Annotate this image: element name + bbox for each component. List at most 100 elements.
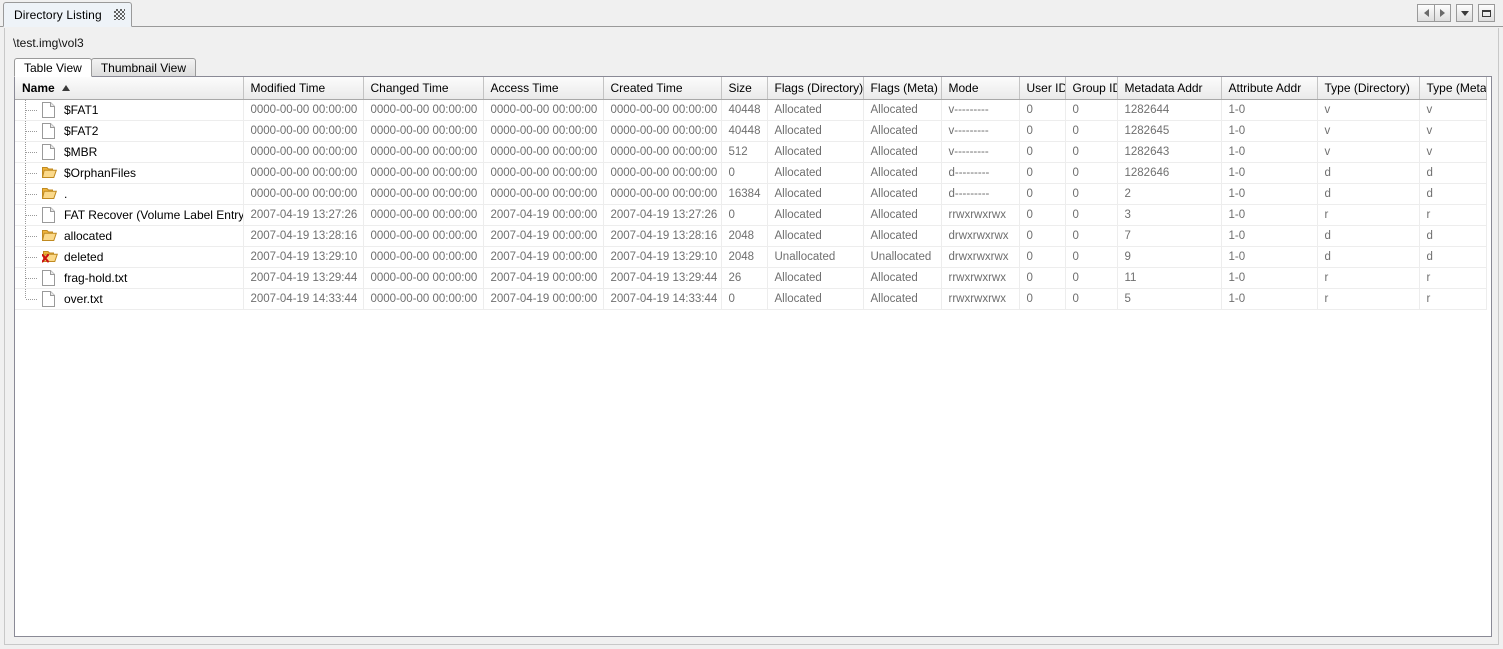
tree-branch-line: [15, 183, 41, 203]
cell-created-time: 2007-04-19 13:29:10: [603, 246, 722, 268]
cell-size: 512: [721, 141, 768, 163]
cell-flags-meta: Allocated: [863, 99, 942, 121]
cell-name[interactable]: $OrphanFiles: [15, 162, 244, 184]
cell-name[interactable]: $FAT2: [15, 120, 244, 142]
table-row[interactable]: deleted 2007-04-19 13:29:10 0000-00-00 00:…: [15, 246, 1487, 268]
column-header-changed-time[interactable]: Changed Time: [363, 77, 484, 100]
cell-name[interactable]: over.txt: [15, 288, 244, 310]
tab-thumbnail-view[interactable]: Thumbnail View: [90, 58, 196, 77]
column-header-type-meta[interactable]: Type (Meta): [1419, 77, 1487, 100]
file-name-label: $MBR: [64, 144, 98, 159]
maximize-icon[interactable]: [1478, 4, 1495, 22]
column-header-type-directory[interactable]: Type (Directory): [1317, 77, 1420, 100]
cell-group-id: 0: [1065, 204, 1118, 226]
cell-attribute-addr: 1-0: [1221, 162, 1318, 184]
cell-type-directory: d: [1317, 246, 1420, 268]
column-header-flags-directory[interactable]: Flags (Directory): [767, 77, 864, 100]
directory-listing-window: Directory Listing \test.img\vol3 Table V…: [0, 0, 1503, 649]
cell-created-time: 0000-00-00 00:00:00: [603, 120, 722, 142]
cell-flags-directory: Allocated: [767, 267, 864, 289]
cell-flags-meta: Unallocated: [863, 246, 942, 268]
cell-name[interactable]: .: [15, 183, 244, 205]
cell-modified-time: 2007-04-19 13:29:44: [243, 267, 364, 289]
cell-attribute-addr: 1-0: [1221, 204, 1318, 226]
cell-size: 40448: [721, 99, 768, 121]
cell-metadata-addr: 1282643: [1117, 141, 1222, 163]
cell-type-directory: d: [1317, 162, 1420, 184]
table-row[interactable]: frag-hold.txt 2007-04-19 13:29:44 0000-00-…: [15, 267, 1487, 289]
cell-flags-meta: Allocated: [863, 225, 942, 247]
table-row[interactable]: $FAT2 0000-00-00 00:00:00 0000-00-00 00:00…: [15, 120, 1487, 142]
file-icon: [41, 268, 58, 288]
column-header-metadata-addr[interactable]: Metadata Addr: [1117, 77, 1222, 100]
cell-created-time: 2007-04-19 13:29:44: [603, 267, 722, 289]
cell-user-id: 0: [1019, 204, 1066, 226]
tree-branch-line: [15, 141, 41, 161]
cell-metadata-addr: 1282646: [1117, 162, 1222, 184]
table-row[interactable]: FAT Recover (Volume Label Entry) 2007-04-…: [15, 204, 1487, 226]
cell-group-id: 0: [1065, 183, 1118, 205]
tree-branch-line: [15, 225, 41, 245]
cell-metadata-addr: 11: [1117, 267, 1222, 289]
cell-name[interactable]: deleted: [15, 246, 244, 268]
file-name-label: allocated: [64, 228, 113, 243]
column-header-mode[interactable]: Mode: [941, 77, 1020, 100]
window-tab-directory-listing[interactable]: Directory Listing: [3, 2, 132, 27]
cell-attribute-addr: 1-0: [1221, 99, 1318, 121]
cell-changed-time: 0000-00-00 00:00:00: [363, 120, 484, 142]
file-icon: [41, 100, 58, 120]
cell-name[interactable]: frag-hold.txt: [15, 267, 244, 289]
cell-created-time: 2007-04-19 13:27:26: [603, 204, 722, 226]
file-table-panel[interactable]: Name Modified Time Changed Time Access T…: [14, 76, 1492, 637]
chevron-down-icon[interactable]: [1456, 4, 1473, 22]
file-icon: [41, 205, 58, 225]
cell-name[interactable]: allocated: [15, 225, 244, 247]
column-header-modified-time[interactable]: Modified Time: [243, 77, 364, 100]
cell-flags-directory: Allocated: [767, 183, 864, 205]
cell-user-id: 0: [1019, 267, 1066, 289]
cell-metadata-addr: 2: [1117, 183, 1222, 205]
cell-user-id: 0: [1019, 99, 1066, 121]
cell-type-directory: r: [1317, 267, 1420, 289]
cell-name[interactable]: $FAT1: [15, 99, 244, 121]
arrow-left-icon[interactable]: [1417, 4, 1434, 22]
cell-metadata-addr: 1282645: [1117, 120, 1222, 142]
tab-table-view-label: Table View: [24, 60, 82, 75]
cell-mode: d---------: [941, 162, 1020, 184]
table-row[interactable]: $MBR 0000-00-00 00:00:00 0000-00-00 00:00:…: [15, 141, 1487, 163]
cell-name[interactable]: $MBR: [15, 141, 244, 163]
column-header-name[interactable]: Name: [15, 77, 244, 100]
cell-mode: v---------: [941, 99, 1020, 121]
cell-user-id: 0: [1019, 162, 1066, 184]
tree-branch-line: [15, 204, 41, 224]
cell-type-directory: v: [1317, 120, 1420, 142]
tab-thumbnail-view-label: Thumbnail View: [100, 60, 186, 75]
column-header-size[interactable]: Size: [721, 77, 768, 100]
column-header-flags-meta[interactable]: Flags (Meta): [863, 77, 942, 100]
column-header-user-id[interactable]: User ID: [1019, 77, 1066, 100]
close-x-icon[interactable]: [113, 9, 125, 20]
table-row[interactable]: $FAT1 0000-00-00 00:00:00 0000-00-00 00:00…: [15, 99, 1487, 121]
cell-type-directory: r: [1317, 204, 1420, 226]
table-row[interactable]: over.txt 2007-04-19 14:33:44 0000-00-00 00…: [15, 288, 1487, 310]
column-header-attribute-addr[interactable]: Attribute Addr: [1221, 77, 1318, 100]
column-header-access-time[interactable]: Access Time: [483, 77, 604, 100]
cell-flags-directory: Unallocated: [767, 246, 864, 268]
cell-type-meta: r: [1419, 267, 1487, 289]
cell-type-directory: d: [1317, 225, 1420, 247]
column-header-group-id[interactable]: Group ID: [1065, 77, 1118, 100]
cell-metadata-addr: 3: [1117, 204, 1222, 226]
table-row[interactable]: . 0000-00-00 00:00:00 0000-00-00 00:00:00 0…: [15, 183, 1487, 205]
tab-table-view[interactable]: Table View: [14, 58, 92, 77]
arrow-right-icon[interactable]: [1434, 4, 1451, 22]
column-header-created-time[interactable]: Created Time: [603, 77, 722, 100]
table-row[interactable]: allocated 2007-04-19 13:28:16 0000-00-00 0…: [15, 225, 1487, 247]
cell-flags-directory: Allocated: [767, 99, 864, 121]
cell-name[interactable]: FAT Recover (Volume Label Entry): [15, 204, 244, 226]
cell-type-meta: d: [1419, 162, 1487, 184]
cell-flags-directory: Allocated: [767, 204, 864, 226]
cell-access-time: 2007-04-19 00:00:00: [483, 267, 604, 289]
cell-mode: drwxrwxrwx: [941, 225, 1020, 247]
table-row[interactable]: $OrphanFiles 0000-00-00 00:00:00 0000-00-0…: [15, 162, 1487, 184]
cell-metadata-addr: 1282644: [1117, 99, 1222, 121]
